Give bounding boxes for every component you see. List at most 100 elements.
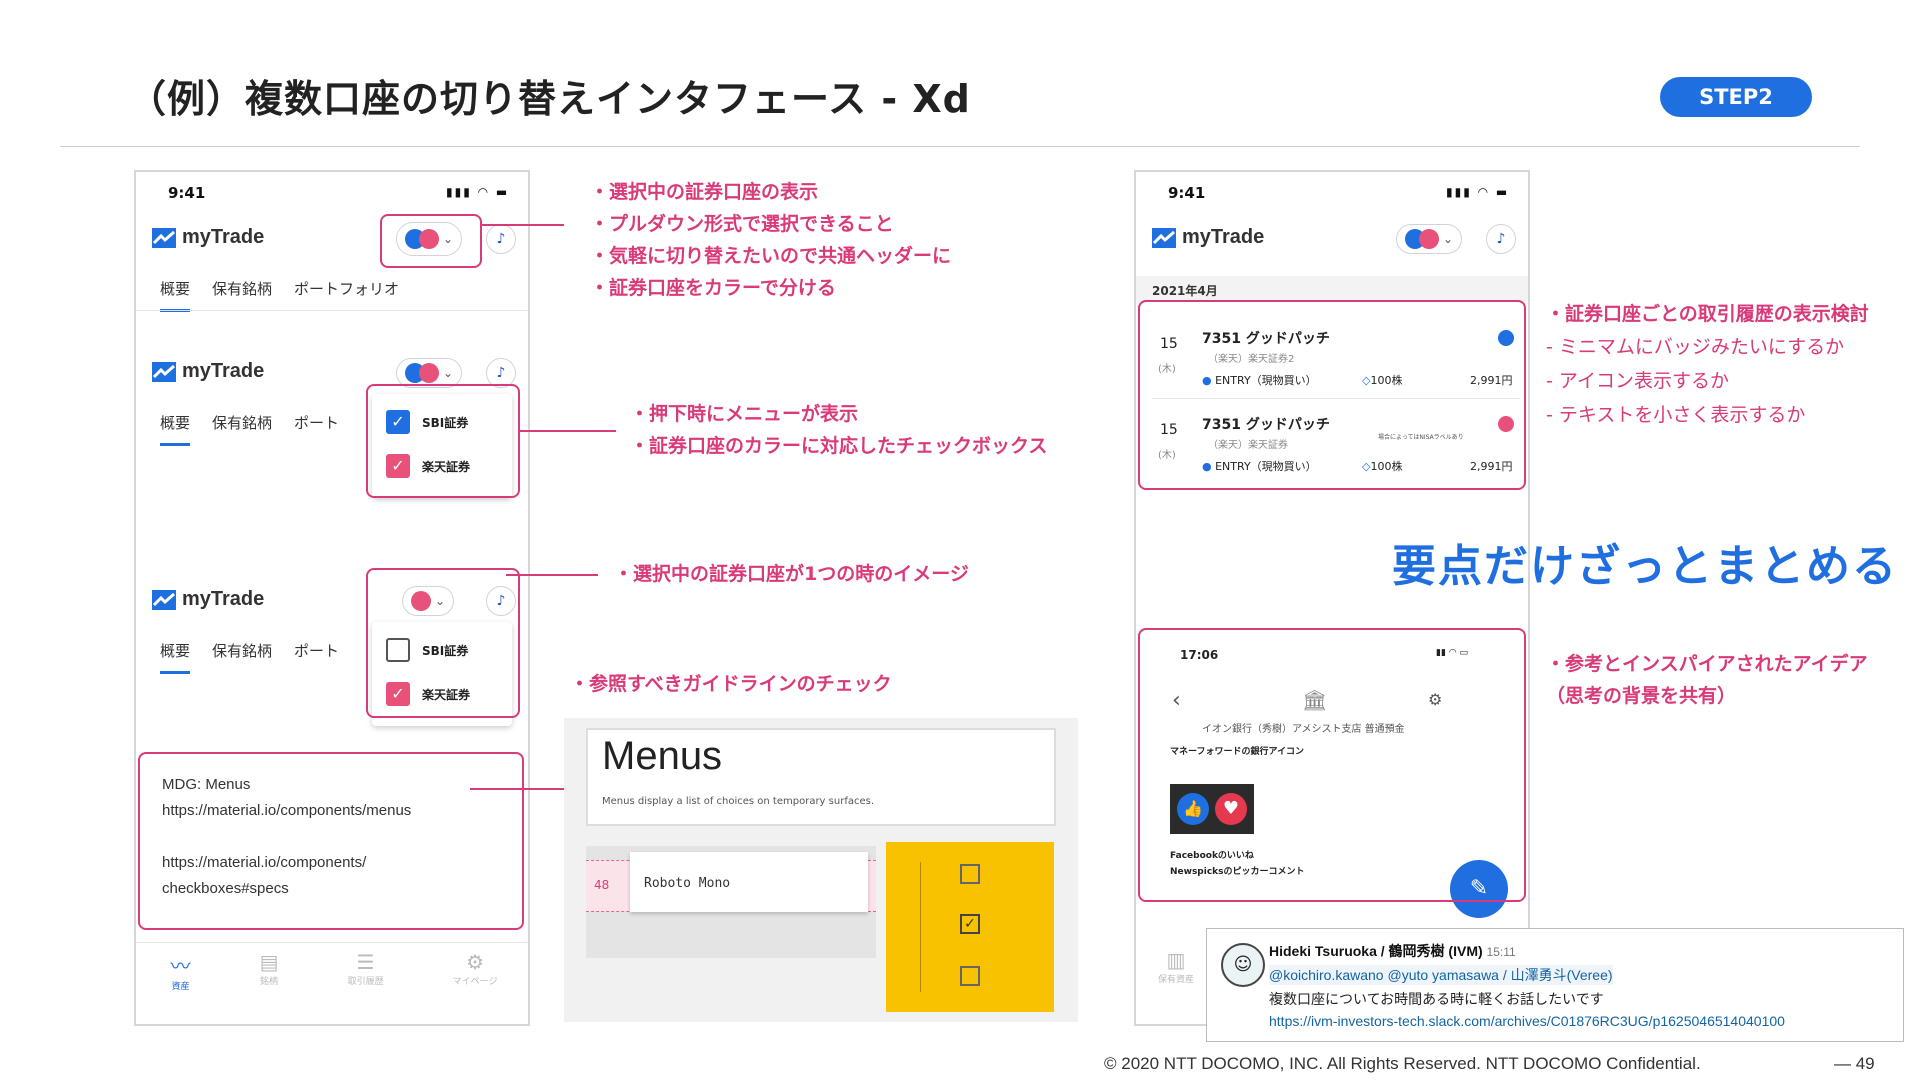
app-logo: myTrade	[1152, 226, 1264, 249]
tab-portfolio[interactable]: ポートフォリオ	[294, 278, 399, 312]
spec-menu-item: Roboto Mono	[630, 852, 868, 912]
note-line: ・選択中の証券口座が1つの時のイメージ	[614, 563, 969, 585]
guideline-preview: Menus Menus display a list of choices on…	[564, 718, 1078, 1022]
app-name: myTrade	[182, 226, 265, 248]
menus-header-card: Menus Menus display a list of choices on…	[586, 728, 1056, 826]
leader-line	[520, 430, 616, 432]
status-icons: ▮▮▮ ◠ ▬	[446, 185, 510, 199]
highlight-menu	[366, 384, 520, 498]
note-line: - アイコン表示するか	[1546, 370, 1729, 392]
nav-label: 資産	[171, 982, 190, 992]
tab-bar: 概要 保有銘柄 ポート	[160, 412, 339, 446]
header-divider	[60, 146, 1860, 147]
menus-desc: Menus display a list of choices on tempo…	[602, 796, 875, 807]
notes-single: ・選択中の証券口座が1つの時のイメージ	[614, 558, 969, 590]
tab-overview[interactable]: 概要	[160, 640, 191, 674]
notes-menu: ・押下時にメニューが表示 ・証券口座のカラーに対応したチェックボックス	[630, 398, 1047, 462]
app-logo: myTrade	[152, 360, 264, 383]
tab-portfolio[interactable]: ポート	[294, 412, 339, 446]
tab-overview[interactable]: 概要	[160, 278, 191, 312]
gear-icon: ⚙	[466, 950, 485, 974]
nav-label: マイページ	[452, 977, 498, 987]
note-line: ・プルダウン形式で選択できること	[590, 213, 894, 235]
leader-line	[506, 574, 598, 576]
nav-item-mypage[interactable]: ⚙ マイページ	[453, 950, 498, 992]
page-number: — 49	[1834, 1054, 1875, 1073]
bell-icon[interactable]: ♪	[1486, 224, 1516, 254]
tab-bar: 概要 保有銘柄 ポートフォリオ	[160, 278, 399, 312]
stack-icon: ▤	[259, 950, 279, 974]
note-line: - ミニマムにバッジみたいにするか	[1546, 336, 1845, 358]
account-switcher[interactable]: ⌄	[1396, 224, 1463, 254]
note-line: - テキストを小さく表示するか	[1546, 404, 1806, 426]
app-name: myTrade	[1182, 226, 1265, 248]
tab-portfolio[interactable]: ポート	[294, 640, 339, 674]
slack-message-text: 複数口座についてお時間ある時に軽くお話したいです	[1269, 992, 1604, 1008]
note-line: ・選択中の証券口座の表示	[590, 181, 819, 203]
slack-author[interactable]: Hideki Tsuruoka / 鶴岡秀樹 (IVM)	[1269, 943, 1483, 959]
bell-icon[interactable]: ♪	[486, 224, 516, 254]
tab-divider	[136, 310, 528, 311]
note-line: ・証券口座のカラーに対応したチェックボックス	[630, 435, 1048, 457]
chevron-down-icon: ⌄	[1443, 232, 1454, 246]
tab-bar: 概要 保有銘柄 ポート	[160, 640, 339, 674]
checkbox-checked-icon: ✓	[960, 914, 980, 934]
avatar: ☺	[1221, 943, 1265, 987]
tab-holdings[interactable]: 保有銘柄	[212, 640, 272, 674]
slack-author-line: Hideki Tsuruoka / 鶴岡秀樹 (IVM) 15:11	[1269, 941, 1516, 961]
highlight-inspiration	[1138, 628, 1526, 902]
highlight-links	[138, 752, 524, 930]
nav-item-assets[interactable]: ▥ 保有資産	[1158, 948, 1194, 985]
note-line: ・参照すべきガイドラインのチェック	[570, 673, 892, 695]
nav-item-assets[interactable]: 〰資産	[171, 950, 191, 992]
menus-heading: Menus	[602, 734, 723, 778]
nav-item-stocks[interactable]: ▤ 銘柄	[260, 950, 279, 992]
checkbox-spec: ✓	[886, 842, 1054, 1012]
month-label: 2021年4月	[1152, 284, 1218, 298]
slack-link[interactable]: https://ivm-investors-tech.slack.com/arc…	[1269, 1013, 1785, 1029]
tab-holdings[interactable]: 保有銘柄	[212, 412, 272, 446]
notes-inspiration: ・参考とインスパイアされたアイデア （思考の背景を共有）	[1546, 648, 1868, 712]
note-line: ・参考とインスパイアされたアイデア	[1546, 653, 1868, 675]
highlight-trades	[1138, 300, 1526, 490]
nav-label: 取引履歴	[347, 977, 384, 987]
highlight-single	[366, 568, 520, 718]
bottom-nav: 〰資産 ▤ 銘柄 ☰ 取引履歴 ⚙ マイページ	[136, 950, 528, 992]
headline: 要点だけざっとまとめる	[1392, 541, 1898, 592]
tab-overview[interactable]: 概要	[160, 412, 191, 446]
app-logo: myTrade	[152, 588, 264, 611]
leader-line	[482, 224, 564, 226]
month-bar: 2021年4月	[1136, 276, 1528, 302]
notes-guideline: ・参照すべきガイドラインのチェック	[570, 668, 892, 700]
spec-vertical-line	[920, 862, 921, 992]
nav-item-history[interactable]: ☰ 取引履歴	[348, 950, 384, 992]
notes-history: ・証券口座ごとの取引履歴の表示検討 - ミニマムにバッジみたいにするか - アイ…	[1546, 298, 1869, 432]
spec-gray-band: 48 Roboto Mono	[586, 846, 876, 958]
note-line: （思考の背景を共有）	[1546, 685, 1737, 707]
chart-icon: 〰	[170, 954, 191, 978]
checkbox-empty-icon	[960, 864, 980, 884]
note-line: ・証券口座をカラーで分ける	[590, 277, 836, 299]
trend-logo-icon	[1152, 227, 1176, 248]
nav-label: 保有資産	[1158, 975, 1195, 985]
note-line: ・気軽に切り替えたいので共通ヘッダーに	[590, 245, 952, 267]
tab-holdings[interactable]: 保有銘柄	[212, 278, 272, 312]
slack-mentions[interactable]: @koichiro.kawano @yuto yamasawa / 山澤勇斗(V…	[1269, 965, 1613, 985]
rakuten-bank-icon	[1419, 229, 1439, 249]
notes-header-switch: ・選択中の証券口座の表示 ・プルダウン形式で選択できること ・気軽に切り替えたい…	[590, 176, 951, 304]
trend-logo-icon	[152, 361, 176, 382]
nav-divider	[136, 942, 528, 943]
footer-copyright: © 2020 NTT DOCOMO, INC. All Rights Reser…	[1104, 1054, 1701, 1073]
status-icons: ▮▮▮ ◠ ▬	[1446, 185, 1510, 199]
bar-chart-icon: ▥	[1166, 948, 1186, 972]
app-name: myTrade	[182, 360, 265, 382]
status-time: 9:41	[1168, 184, 1206, 202]
note-line: ・押下時にメニューが表示	[630, 403, 859, 425]
app-name: myTrade	[182, 588, 265, 610]
nav-label: 銘柄	[260, 977, 279, 987]
note-line: ・証券口座ごとの取引履歴の表示検討	[1546, 303, 1869, 325]
step-badge: STEP2	[1660, 77, 1812, 117]
status-time: 9:41	[168, 184, 206, 202]
highlight-switcher	[380, 214, 482, 268]
rakuten-bank-icon	[419, 363, 439, 383]
